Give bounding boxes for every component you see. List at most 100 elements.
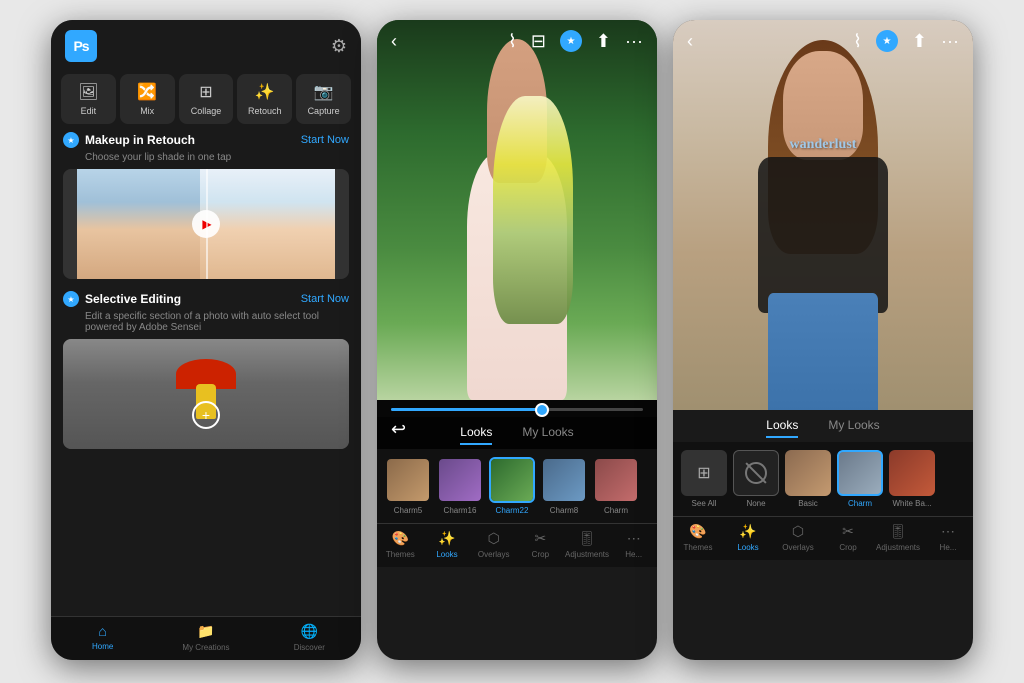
capture-icon: 📷 <box>314 82 334 102</box>
makeup-image[interactable]: ▶ <box>63 169 349 279</box>
phone3-looks-tabs: Looks My Looks <box>673 410 973 442</box>
phone1-nav: ⌂ Home 📁 My Creations 🌐 Discover <box>51 616 361 660</box>
tool-edit[interactable]: 🖼 Edit <box>61 74 116 124</box>
charm8-preview <box>543 459 585 501</box>
look3-basic[interactable]: Basic <box>785 450 831 508</box>
themes-label: Themes <box>386 550 415 559</box>
look3-charm[interactable]: Charm <box>837 450 883 508</box>
themes-icon: 🎨 <box>392 530 409 547</box>
creations-icon: 📁 <box>197 623 214 640</box>
look-charm[interactable]: Charm <box>593 457 639 515</box>
nav3-overlays[interactable]: ⬡ Overlays <box>773 523 823 552</box>
nav-my-creations[interactable]: 📁 My Creations <box>154 623 257 652</box>
nav2-themes[interactable]: 🎨 Themes <box>377 530 424 559</box>
ps-logo: Ps <box>65 30 97 62</box>
undo-button[interactable]: ↩ <box>391 419 406 440</box>
selective-image[interactable]: + <box>63 339 349 449</box>
charm16-label: Charm16 <box>444 506 477 515</box>
nav3-themes[interactable]: 🎨 Themes <box>673 523 723 552</box>
charm16-preview <box>439 459 481 501</box>
nav2-overlays[interactable]: ⬡ Overlays <box>470 530 517 559</box>
phone3-header-icons: ⌇ ★ ⬆ ··· <box>853 30 959 52</box>
slider-thumb[interactable] <box>535 403 549 417</box>
edit-icon: 🖼 <box>78 82 98 102</box>
edit-label: Edit <box>81 106 97 116</box>
makeup-start-now[interactable]: Start Now <box>301 134 349 146</box>
grid-icon: ⊞ <box>697 463 710 483</box>
crop-label: Crop <box>532 550 549 559</box>
charm8-img <box>541 457 587 503</box>
nav2-looks[interactable]: ✨ Looks <box>424 530 471 559</box>
look3-see-all[interactable]: ⊞ See All <box>681 450 727 508</box>
collage-label: Collage <box>191 106 222 116</box>
nav2-more[interactable]: ⋯ He... <box>610 530 657 559</box>
tab-looks[interactable]: Looks <box>460 425 492 445</box>
looks-icon: ✨ <box>438 530 455 547</box>
look-charm5[interactable]: Charm5 <box>385 457 431 515</box>
nav2-crop[interactable]: ✂ Crop <box>517 530 564 559</box>
wand-icon-3[interactable]: ⌇ <box>853 31 862 52</box>
mix-icon: 🔀 <box>137 82 157 102</box>
phone3-nav: 🎨 Themes ✨ Looks ⬡ Overlays ✂ Crop 🎚 Adj… <box>673 516 973 560</box>
look-charm16[interactable]: Charm16 <box>437 457 483 515</box>
compare-icon[interactable]: ⊟ <box>531 31 546 52</box>
share-icon-3[interactable]: ⬆ <box>912 31 927 52</box>
nav3-looks[interactable]: ✨ Looks <box>723 523 773 552</box>
wand-icon[interactable]: ⌇ <box>508 31 517 52</box>
basic-label: Basic <box>798 499 818 508</box>
phone2-header: ‹ ⌇ ⊟ ★ ⬆ ··· <box>377 20 657 60</box>
tool-collage[interactable]: ⊞ Collage <box>179 74 234 124</box>
look3-none[interactable]: None <box>733 450 779 508</box>
more-icon[interactable]: ··· <box>625 31 643 52</box>
charm-preview <box>595 459 637 501</box>
flowers-background <box>377 20 657 400</box>
nav3-more[interactable]: ⋯ He... <box>923 523 973 552</box>
nav3-adjustments[interactable]: 🎚 Adjustments <box>873 523 923 552</box>
select-circle[interactable]: + <box>192 401 220 429</box>
share-icon[interactable]: ⬆ <box>596 31 611 52</box>
look-charm8[interactable]: Charm8 <box>541 457 587 515</box>
look-charm22[interactable]: Charm22 <box>489 457 535 515</box>
charm8-label: Charm8 <box>550 506 578 515</box>
tab-my-looks[interactable]: My Looks <box>522 425 573 445</box>
phone-2: ‹ ⌇ ⊟ ★ ⬆ ··· <box>377 20 657 660</box>
whiteba-label: White Ba... <box>892 499 931 508</box>
phone-1: Ps ⚙ 🖼 Edit 🔀 Mix ⊞ Collage ✨ <box>51 20 361 660</box>
nav-discover[interactable]: 🌐 Discover <box>258 623 361 652</box>
creations-label: My Creations <box>182 643 229 652</box>
charm3-img <box>837 450 883 496</box>
discover-icon: 🌐 <box>301 623 318 640</box>
look3-whiteba[interactable]: White Ba... <box>889 450 935 508</box>
selective-title-row: ★ Selective Editing <box>63 291 181 307</box>
back-button[interactable]: ‹ <box>391 31 397 52</box>
back-button-3[interactable]: ‹ <box>687 31 693 52</box>
home-label: Home <box>92 642 113 651</box>
phone2-main-image[interactable] <box>377 20 657 400</box>
more-icon-3[interactable]: ··· <box>941 31 959 52</box>
wanderlust-bg: wanderlust <box>673 20 973 410</box>
tool-capture[interactable]: 📷 Capture <box>296 74 351 124</box>
settings-icon[interactable]: ⚙ <box>331 36 347 57</box>
crop3-label: Crop <box>839 543 856 552</box>
adjustments3-label: Adjustments <box>876 543 920 552</box>
more3-nav-label: He... <box>940 543 957 552</box>
selective-start-now[interactable]: Start Now <box>301 293 349 305</box>
charm-label: Charm <box>604 506 628 515</box>
phone1-tools: 🖼 Edit 🔀 Mix ⊞ Collage ✨ Retouch 📷 <box>51 70 361 132</box>
collage-icon: ⊞ <box>199 82 212 102</box>
phone2-slider <box>377 400 657 417</box>
badge-star-1: ★ <box>67 136 74 145</box>
tool-retouch[interactable]: ✨ Retouch <box>237 74 292 124</box>
makeup-title: Makeup in Retouch <box>85 133 195 147</box>
charm3-label: Charm <box>848 499 872 508</box>
tab3-looks[interactable]: Looks <box>766 418 798 438</box>
phone3-main-image[interactable]: wanderlust <box>673 20 973 410</box>
tab3-my-looks[interactable]: My Looks <box>828 418 879 438</box>
charm5-label: Charm5 <box>394 506 422 515</box>
selective-desc: Edit a specific section of a photo with … <box>63 311 349 333</box>
nav2-adjustments[interactable]: 🎚 Adjustments <box>564 530 611 559</box>
tool-mix[interactable]: 🔀 Mix <box>120 74 175 124</box>
nav3-crop[interactable]: ✂ Crop <box>823 523 873 552</box>
slider-track[interactable] <box>391 408 643 411</box>
nav-home[interactable]: ⌂ Home <box>51 623 154 652</box>
